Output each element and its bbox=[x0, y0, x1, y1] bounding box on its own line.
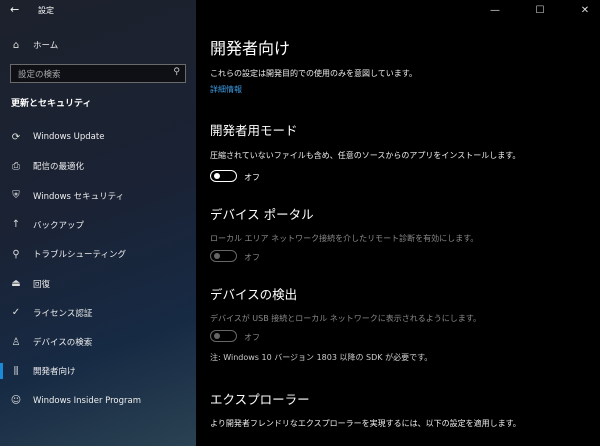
explorer-desc: より開発者フレンドリなエクスプローラーを実現するには、以下の設定を適用します。 bbox=[210, 419, 521, 428]
nav-icon: ⛨ bbox=[12, 190, 20, 202]
sidebar-item-label: 配信の最適化 bbox=[33, 162, 85, 173]
sidebar-item[interactable]: ♙ デバイスの検索 bbox=[0, 329, 196, 355]
nav-icon: ☺ bbox=[10, 395, 22, 407]
nav-icon: ⚲ bbox=[12, 248, 20, 260]
sidebar-item[interactable]: ⫼ 開発者向け bbox=[0, 358, 196, 384]
sidebar-item-label: Windows セキュリティ bbox=[33, 191, 125, 202]
content-pane: — ☐ ✕ 開発者向け これらの設定は開発目的での使用のみを意図しています。 詳… bbox=[196, 0, 600, 446]
minimize-button[interactable]: — bbox=[480, 0, 510, 22]
device-portal-toggle-label: オフ bbox=[244, 253, 260, 262]
learn-more-link[interactable]: 詳細情報 bbox=[210, 84, 242, 95]
dev-mode-toggle-label: オフ bbox=[244, 173, 260, 182]
sidebar-item-label: トラブルシューティング bbox=[33, 250, 126, 261]
sidebar-item[interactable]: ⛨ Windows セキュリティ bbox=[0, 183, 196, 209]
sidebar-item[interactable]: ⏏ 回復 bbox=[0, 271, 196, 297]
sidebar-item-label: 回復 bbox=[33, 279, 51, 290]
search-input[interactable]: 設定の検索 ⚲ bbox=[10, 64, 186, 83]
sidebar-item[interactable]: ⚲ トラブルシューティング bbox=[0, 241, 196, 267]
nav-icon: ⟳ bbox=[11, 131, 21, 143]
device-discovery-heading: デバイスの検出 bbox=[210, 287, 298, 302]
sidebar-item-label: Windows Update bbox=[33, 132, 105, 142]
intro-text: これらの設定は開発目的での使用のみを意図しています。 bbox=[210, 69, 417, 78]
back-button[interactable]: ← bbox=[10, 3, 19, 16]
device-portal-toggle[interactable] bbox=[210, 250, 237, 262]
search-placeholder: 設定の検索 bbox=[18, 70, 61, 80]
sidebar-item-label: バックアップ bbox=[33, 220, 85, 231]
nav-icon: ↑ bbox=[11, 219, 21, 231]
nav-icon: ⏏ bbox=[11, 278, 21, 289]
nav-icon: ⫼ bbox=[13, 365, 19, 377]
search-icon: ⚲ bbox=[173, 67, 180, 77]
dev-mode-toggle[interactable] bbox=[210, 170, 237, 182]
selection-indicator bbox=[0, 363, 3, 380]
sidebar-item[interactable]: ⟳ Windows Update bbox=[0, 124, 196, 150]
dev-mode-desc: 圧縮されていないファイルも含め、任意のソースからのアプリをインストールします。 bbox=[210, 151, 521, 160]
app-title: 設定 bbox=[38, 6, 54, 15]
section-header: 更新とセキュリティ bbox=[11, 99, 92, 109]
sidebar-item[interactable]: ✓ ライセンス認証 bbox=[0, 300, 196, 326]
close-button[interactable]: ✕ bbox=[570, 0, 600, 22]
device-portal-desc: ローカル エリア ネットワーク接続を介したリモート診断を有効にします。 bbox=[210, 234, 479, 243]
nav-icon: ✓ bbox=[11, 307, 21, 319]
device-discovery-toggle-label: オフ bbox=[244, 333, 260, 342]
sdk-note: 注: Windows 10 バージョン 1803 以降の SDK が必要です。 bbox=[210, 353, 433, 362]
nav-icon: ⎙ bbox=[12, 160, 20, 172]
device-discovery-toggle[interactable] bbox=[210, 330, 237, 342]
home-icon: ⌂ bbox=[12, 39, 20, 51]
sidebar-item[interactable]: ☺ Windows Insider Program bbox=[0, 388, 196, 414]
nav-icon: ♙ bbox=[11, 336, 21, 348]
sidebar-item-label: ライセンス認証 bbox=[33, 308, 93, 319]
sidebar-item[interactable]: ⎙ 配信の最適化 bbox=[0, 153, 196, 179]
sidebar-item-label: Windows Insider Program bbox=[33, 395, 142, 406]
sidebar-item[interactable]: ↑ バックアップ bbox=[0, 212, 196, 238]
sidebar-item-label: デバイスの検索 bbox=[33, 338, 93, 349]
sidebar-item-home[interactable]: ⌂ ホーム bbox=[0, 32, 196, 58]
device-discovery-desc: デバイスが USB 接続とローカル ネットワークに表示されるようにします。 bbox=[210, 314, 482, 323]
explorer-heading: エクスプローラー bbox=[210, 392, 310, 407]
device-portal-heading: デバイス ポータル bbox=[210, 207, 314, 222]
sidebar: ← 設定 ⌂ ホーム 設定の検索 ⚲ 更新とセキュリティ ⟳ Windows Up… bbox=[0, 0, 196, 446]
page-title: 開発者向け bbox=[210, 39, 291, 58]
home-label: ホーム bbox=[33, 41, 59, 51]
dev-mode-heading: 開発者用モード bbox=[210, 123, 298, 138]
maximize-button[interactable]: ☐ bbox=[510, 0, 570, 22]
sidebar-item-label: 開発者向け bbox=[33, 367, 76, 378]
